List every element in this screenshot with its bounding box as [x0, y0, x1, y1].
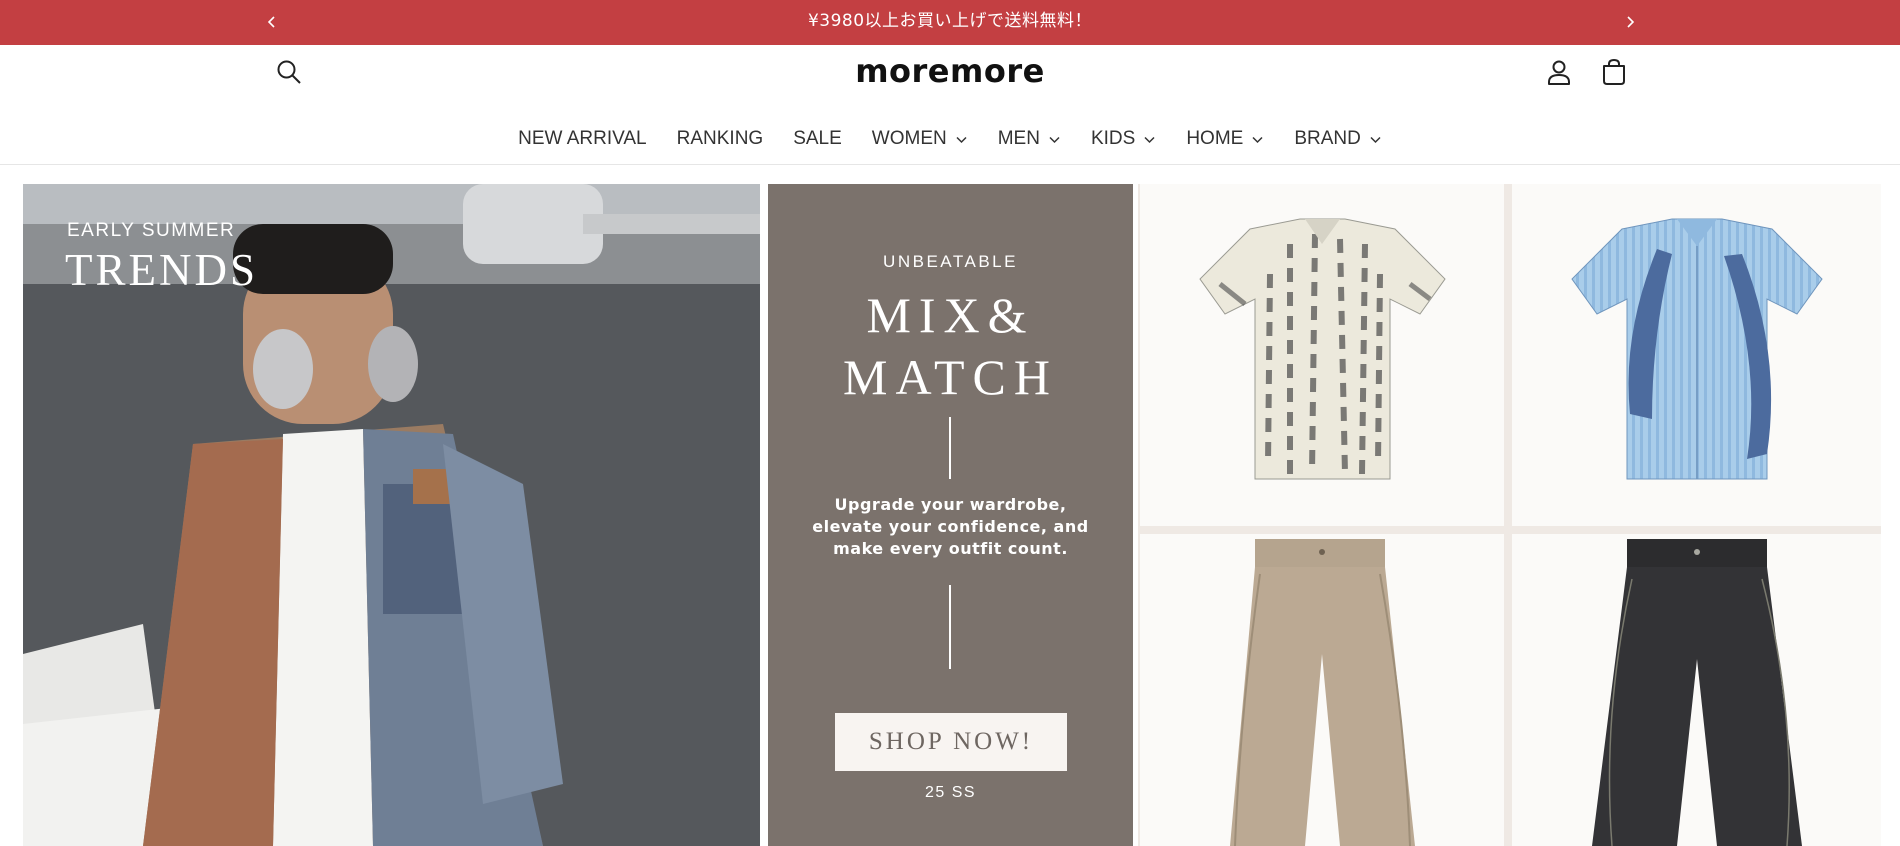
nav-item-label: KIDS: [1090, 128, 1136, 149]
promo-title-line1: MIX&: [866, 287, 1035, 343]
nav-item-new-arrival[interactable]: NEW ARRIVAL: [518, 124, 646, 154]
striped-shirt-image: [1571, 218, 1823, 480]
account-icon[interactable]: [1544, 57, 1576, 89]
announcement-message[interactable]: ¥3980以上お買い上げで送料無料！: [0, 0, 1900, 45]
promo-eyebrow: UNBEATABLE: [883, 252, 1018, 271]
main-nav: NEW ARRIVAL RANKING SALE WOMEN MEN KIDS …: [0, 124, 1900, 154]
printed-shirt-image: [1199, 218, 1446, 480]
nav-item-label: RANKING: [676, 128, 764, 149]
hero-photo[interactable]: EARLY SUMMER TRENDS: [23, 184, 760, 846]
announcement-bar: ¥3980以上お買い上げで送料無料！: [0, 0, 1900, 45]
product-tile-beige-pants[interactable]: [1140, 534, 1504, 846]
nav-item-label: HOME: [1186, 128, 1244, 149]
nav-item-label: SALE: [793, 128, 842, 149]
beige-pants-image: [1230, 539, 1415, 846]
product-tile-printed-shirt[interactable]: [1140, 184, 1504, 526]
promo-season: 25 SS: [924, 784, 977, 801]
chevron-right-icon[interactable]: [1620, 12, 1640, 32]
site-logo[interactable]: moremore: [800, 51, 1100, 91]
chevron-down-icon: [1049, 136, 1060, 143]
nav-item-label: WOMEN: [871, 128, 947, 149]
product-grid: [1138, 184, 1881, 846]
search-icon[interactable]: [274, 57, 306, 89]
promo-title-line2: MATCH: [842, 349, 1059, 405]
nav-item-kids[interactable]: KIDS: [1091, 124, 1156, 154]
product-tile-denim-pants[interactable]: [1512, 534, 1881, 846]
nav-item-ranking[interactable]: RANKING: [677, 124, 764, 154]
denim-pants-image: [1592, 539, 1802, 846]
nav-item-label: BRAND: [1294, 128, 1361, 149]
nav-item-label: MEN: [997, 128, 1040, 149]
product-tile-striped-shirt[interactable]: [1512, 184, 1881, 526]
shop-now-button[interactable]: SHOP NOW!: [835, 713, 1067, 771]
nav-item-men[interactable]: MEN: [998, 124, 1061, 154]
promo-panel: UNBEATABLE MIX& MATCH Upgrade your wardr…: [768, 184, 1133, 846]
site-header: moremore NEW ARRIVAL RANKING SALE WOMEN …: [0, 45, 1900, 165]
chevron-down-icon: [1252, 136, 1263, 143]
hero-photo-eyebrow: EARLY SUMMER: [67, 220, 236, 241]
divider-line: [949, 585, 951, 669]
nav-item-women[interactable]: WOMEN: [872, 124, 968, 154]
chevron-down-icon: [1370, 136, 1381, 143]
promo-body: Upgrade your wardrobe, elevate your conf…: [812, 495, 1089, 558]
nav-item-label: NEW ARRIVAL: [518, 128, 647, 149]
divider-line: [949, 417, 951, 479]
nav-item-brand[interactable]: BRAND: [1294, 124, 1382, 154]
hero-photo-title: TRENDS: [65, 245, 259, 295]
chevron-down-icon: [956, 136, 967, 143]
chevron-down-icon: [1144, 136, 1155, 143]
cart-icon[interactable]: [1599, 57, 1631, 89]
nav-item-home[interactable]: HOME: [1186, 124, 1264, 154]
nav-item-sale[interactable]: SALE: [793, 124, 842, 154]
promo-title: MIX& MATCH: [768, 284, 1133, 408]
hero-banner[interactable]: EARLY SUMMER TRENDS UNBEATABLE MIX& MATC…: [23, 184, 1881, 846]
